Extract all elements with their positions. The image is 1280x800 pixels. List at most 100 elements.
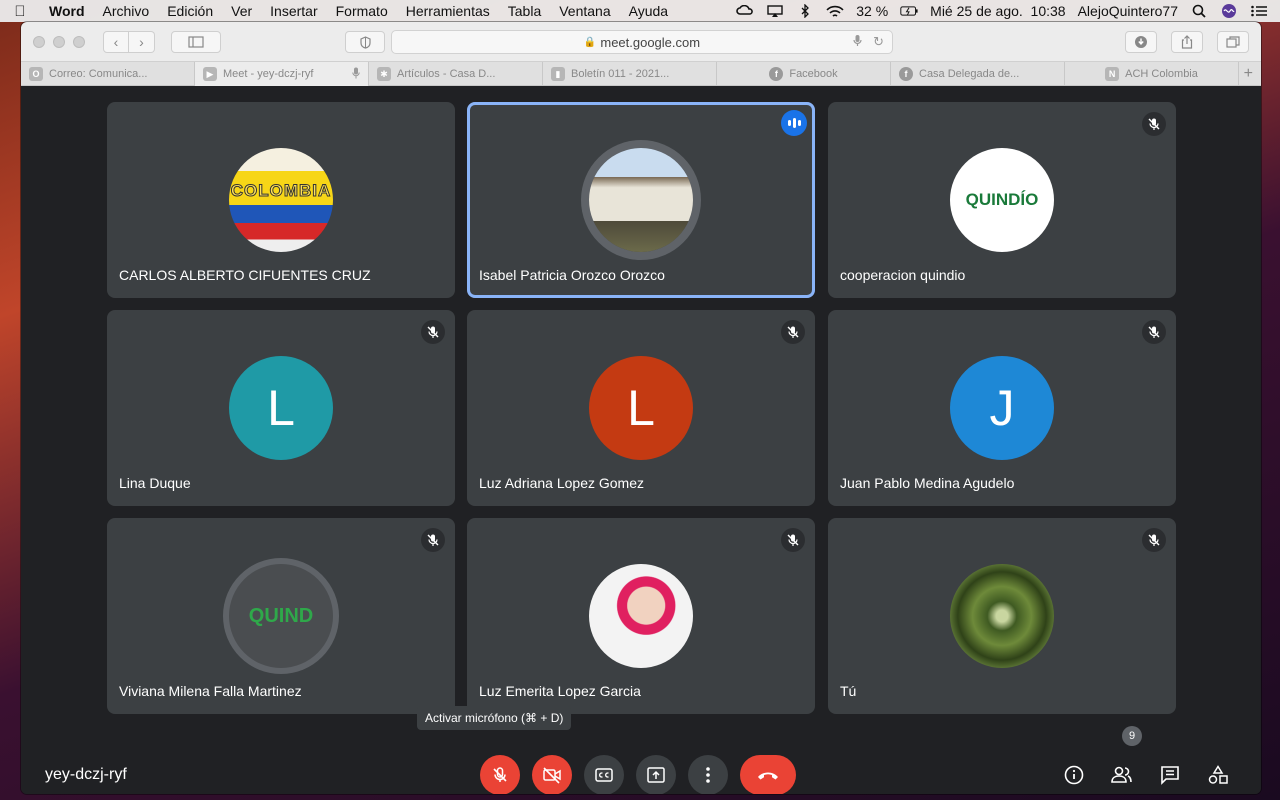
participant-avatar: QUINDÍO [950, 148, 1054, 252]
chat-button[interactable] [1150, 755, 1190, 794]
minimize-window-button[interactable] [53, 35, 65, 48]
participant-tile[interactable]: J Juan Pablo Medina Agudelo [828, 310, 1176, 506]
participant-name: Isabel Patricia Orozco Orozco [479, 267, 665, 283]
history-nav: ‹ › [103, 30, 155, 53]
forward-button[interactable]: › [129, 30, 155, 53]
menu-insertar[interactable]: Insertar [261, 3, 326, 19]
battery-icon[interactable] [900, 4, 918, 18]
doc-icon: ▮ [551, 67, 565, 81]
participant-tile-active-speaker[interactable]: Isabel Patricia Orozco Orozco [467, 102, 815, 298]
meet-icon: ▶ [203, 67, 217, 81]
participant-tile[interactable]: L Lina Duque [107, 310, 455, 506]
notion-icon: N [1105, 67, 1120, 81]
activities-shapes-icon [1208, 765, 1228, 784]
menu-tabla[interactable]: Tabla [499, 3, 550, 19]
participant-tile-self[interactable]: Tú [828, 518, 1176, 714]
macos-menubar:  Word Archivo Edición Ver Insertar Form… [0, 0, 1280, 22]
toolbar-actions [1125, 31, 1249, 53]
creative-cloud-icon[interactable] [736, 4, 754, 18]
meeting-details-button[interactable] [1054, 755, 1094, 794]
meet-stage: COLOMBIA CARLOS ALBERTO CIFUENTES CRUZ I… [21, 87, 1261, 794]
more-options-button[interactable] [688, 755, 728, 794]
notification-center-icon[interactable] [1250, 4, 1268, 18]
apple-icon[interactable]:  [0, 3, 40, 20]
participant-avatar: COLOMBIA [229, 148, 333, 252]
tab-bar: O Correo: Comunica... ▶ Meet - yey-dczj-… [21, 62, 1261, 86]
sidebar-toggle-button[interactable] [171, 30, 221, 53]
tab-overview-button[interactable] [1217, 31, 1249, 53]
menu-ventana[interactable]: Ventana [550, 3, 619, 19]
participant-tile[interactable]: Luz Emerita Lopez Garcia [467, 518, 815, 714]
menu-archivo[interactable]: Archivo [94, 3, 159, 19]
hang-up-icon [758, 772, 778, 780]
zoom-window-button[interactable] [73, 35, 85, 48]
meeting-code: yey-dczj-ryf [45, 766, 127, 783]
mic-off-icon [781, 320, 805, 344]
tab-casa-delegada[interactable]: f Casa Delegada de... [891, 62, 1065, 86]
closed-captions-icon [595, 768, 613, 782]
privacy-report-button[interactable] [345, 31, 385, 53]
menu-ayuda[interactable]: Ayuda [620, 3, 677, 19]
tab-facebook[interactable]: f Facebook [717, 62, 891, 86]
show-everyone-button[interactable] [1102, 755, 1142, 794]
download-icon [1135, 36, 1147, 48]
participant-avatar: QUIND [229, 564, 333, 668]
participant-avatar: L [229, 356, 333, 460]
close-window-button[interactable] [33, 35, 45, 48]
speaking-indicator-icon [781, 110, 807, 136]
downloads-button[interactable] [1125, 31, 1157, 53]
reload-icon[interactable]: ↻ [873, 34, 884, 50]
menu-herramientas[interactable]: Herramientas [397, 3, 499, 19]
participant-name: Viviana Milena Falla Martinez [119, 683, 302, 699]
spotlight-search-icon[interactable] [1190, 4, 1208, 18]
menubar-user[interactable]: AlejoQuintero77 [1078, 3, 1178, 19]
back-button[interactable]: ‹ [103, 30, 129, 53]
menu-edicion[interactable]: Edición [158, 3, 222, 19]
menu-ver[interactable]: Ver [222, 3, 261, 19]
participant-name: Luz Adriana Lopez Gomez [479, 475, 644, 491]
participant-name: CARLOS ALBERTO CIFUENTES CRUZ [119, 267, 371, 283]
menu-formato[interactable]: Formato [327, 3, 397, 19]
siri-icon[interactable] [1220, 4, 1238, 18]
browser-toolbar: ‹ › 🔒 meet.google.com ↻ [21, 22, 1261, 62]
new-tab-button[interactable]: + [1239, 62, 1261, 85]
share-icon [1181, 35, 1193, 49]
battery-percent: 32 % [856, 3, 889, 19]
address-bar[interactable]: 🔒 meet.google.com ↻ [391, 30, 893, 54]
tab-audio-mic-icon[interactable] [352, 67, 360, 82]
leave-call-button[interactable] [740, 755, 796, 794]
mic-off-icon [1142, 112, 1166, 136]
mic-off-icon [1142, 528, 1166, 552]
participant-tile[interactable]: L Luz Adriana Lopez Gomez [467, 310, 815, 506]
participant-avatar: L [589, 356, 693, 460]
tab-correo[interactable]: O Correo: Comunica... [21, 62, 195, 86]
toggle-camera-button[interactable] [532, 755, 572, 794]
share-button[interactable] [1171, 31, 1203, 53]
present-now-button[interactable] [636, 755, 676, 794]
activities-button[interactable] [1198, 755, 1238, 794]
menu-app-name[interactable]: Word [40, 3, 94, 19]
participant-tile[interactable]: QUIND Viviana Milena Falla Martinez [107, 518, 455, 714]
participant-tile[interactable]: COLOMBIA CARLOS ALBERTO CIFUENTES CRUZ [107, 102, 455, 298]
tab-ach-colombia[interactable]: N ACH Colombia [1065, 62, 1239, 86]
mic-off-icon [421, 528, 445, 552]
tab-articulos[interactable]: ✱ Artículos - Casa D... [369, 62, 543, 86]
menubar-datetime[interactable]: Mié 25 de ago. 10:38 [930, 3, 1065, 19]
airplay-icon[interactable] [766, 4, 784, 18]
sidebar-icon [188, 35, 204, 48]
mic-tooltip: Activar micrófono (⌘ + D) [417, 706, 572, 730]
tab-meet[interactable]: ▶ Meet - yey-dczj-ryf [195, 62, 369, 86]
participant-tile[interactable]: QUINDÍO cooperacion quindio [828, 102, 1176, 298]
microphone-in-use-icon[interactable] [853, 34, 862, 50]
present-screen-icon [647, 767, 665, 783]
info-icon [1064, 765, 1084, 785]
url-text: meet.google.com [600, 34, 701, 50]
wifi-icon[interactable] [826, 4, 844, 18]
captions-button[interactable] [584, 755, 624, 794]
participant-count-badge: 9 [1122, 726, 1142, 746]
tab-boletin[interactable]: ▮ Boletín 011 - 2021... [543, 62, 717, 86]
bluetooth-icon[interactable] [796, 4, 814, 18]
chat-icon [1161, 766, 1179, 785]
mic-off-icon [1142, 320, 1166, 344]
toggle-microphone-button[interactable] [480, 755, 520, 794]
